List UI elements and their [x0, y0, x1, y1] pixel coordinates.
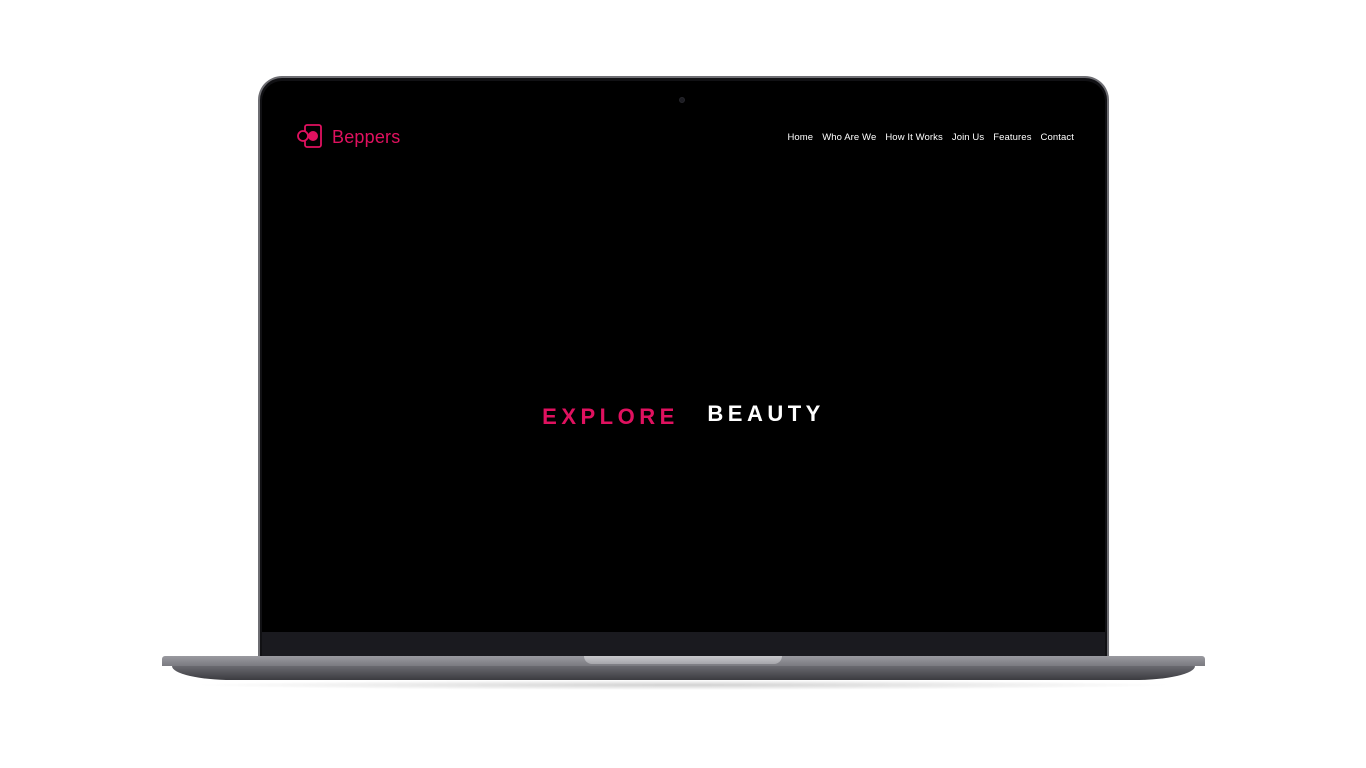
hero-accent-text: EXPLORE	[542, 404, 679, 429]
laptop-hinge-notch	[584, 656, 782, 664]
nav-join-us[interactable]: Join Us	[952, 132, 984, 143]
laptop-base-bottom	[172, 666, 1195, 680]
brand-logo[interactable]: Beppers	[296, 123, 400, 151]
nav-how-it-works[interactable]: How It Works	[885, 132, 943, 143]
nav-who-are-we[interactable]: Who Are We	[822, 132, 876, 143]
hero-main-text: BEAUTY	[707, 401, 825, 426]
hero-heading: EXPLORE BEAUTY	[262, 401, 1105, 429]
laptop-screen: Beppers Home Who Are We How It Works Joi…	[262, 81, 1105, 632]
laptop-shadow	[190, 680, 1176, 690]
main-nav: Home Who Are We How It Works Join Us Fea…	[787, 132, 1074, 143]
screen-bezel-bottom	[262, 632, 1105, 656]
laptop-mockup: Beppers Home Who Are We How It Works Joi…	[0, 0, 1366, 768]
nav-features[interactable]: Features	[993, 132, 1031, 143]
camera-icon	[679, 97, 685, 103]
brand-name: Beppers	[332, 126, 401, 147]
beppers-logo-icon	[297, 124, 322, 148]
nav-contact[interactable]: Contact	[1041, 132, 1074, 143]
nav-home[interactable]: Home	[787, 132, 813, 143]
